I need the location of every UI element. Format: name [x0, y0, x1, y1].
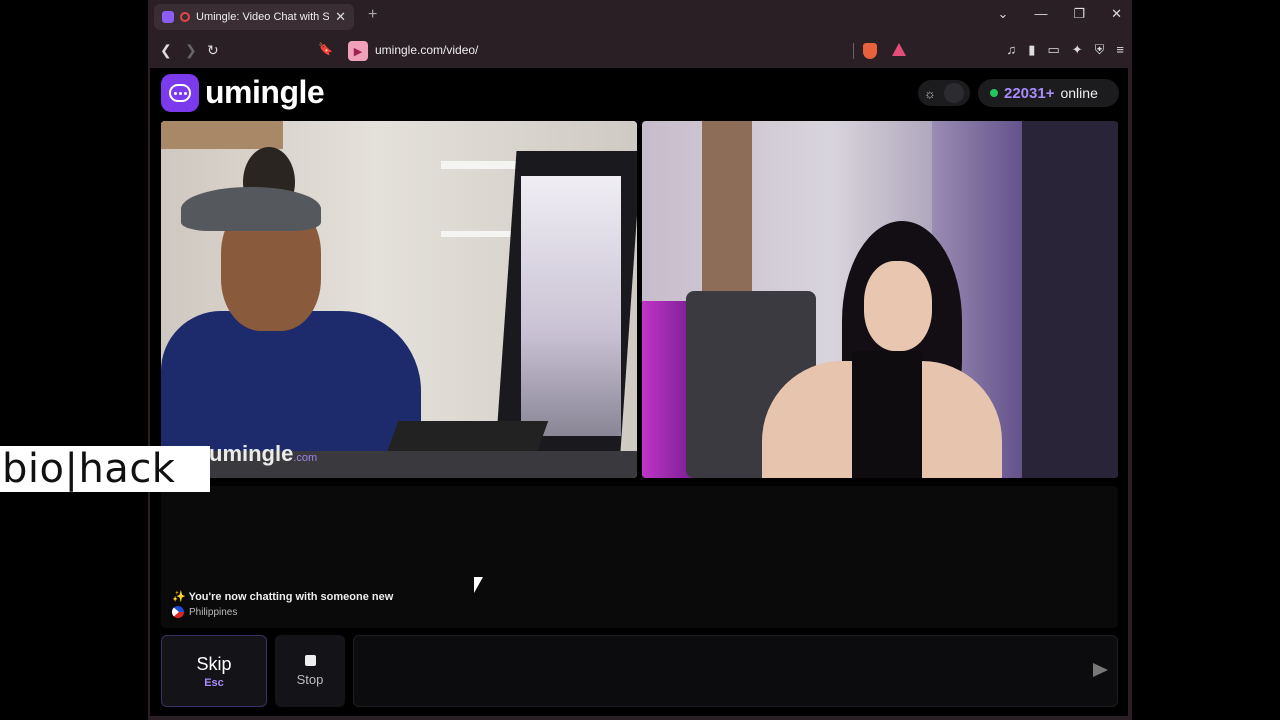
menu-icon[interactable]: ≡ [1116, 42, 1124, 58]
leo-ai-icon[interactable]: ✦ [1072, 42, 1083, 58]
biohack-brand: bio|hack [2, 446, 176, 492]
stranger-video [642, 121, 1118, 478]
tab-title: Umingle: Video Chat with Str [196, 11, 330, 23]
brave-rewards-icon[interactable] [892, 43, 906, 56]
address-divider [853, 43, 854, 59]
page-content: umingle ☼ 22031+ online umingle.com ✨ Yo… [150, 68, 1128, 716]
new-tab-button[interactable]: + [368, 6, 377, 24]
skip-label: Skip [196, 653, 232, 674]
media-icon[interactable]: ♫ [1007, 42, 1017, 58]
reload-icon[interactable]: ↻ [207, 42, 219, 59]
mouse-cursor-icon [474, 577, 483, 593]
country-name: Philippines [189, 606, 238, 618]
online-status-dot [990, 89, 998, 97]
recording-icon [180, 12, 190, 22]
local-video: umingle.com [161, 121, 637, 478]
chat-status: ✨ You're now chatting with someone new [172, 590, 393, 603]
stop-icon [304, 655, 316, 666]
toggle-knob [943, 83, 964, 103]
tab-close-icon[interactable]: ✕ [335, 9, 346, 25]
wallet-icon[interactable]: ▭ [1047, 42, 1059, 58]
browser-toolbar: ❮ ❯ ↻ 🔖 ▶ umingle.com/video/ ♫ ▮ ▭ ✦ ⛨ ≡ [148, 34, 1132, 68]
theme-toggle[interactable]: ☼ [918, 80, 970, 106]
close-window-icon[interactable]: ✕ [1111, 6, 1122, 22]
message-input[interactable] [353, 635, 1118, 707]
brave-shields-icon[interactable] [863, 43, 877, 59]
logo-text[interactable]: umingle [205, 74, 325, 111]
forward-icon[interactable]: ❯ [185, 42, 197, 59]
online-count: 22031+ [1004, 84, 1055, 102]
stop-label: Stop [296, 672, 324, 687]
philippines-flag-icon [172, 606, 184, 618]
chat-area: ✨ You're now chatting with someone new P… [161, 486, 1118, 628]
online-label: online [1060, 85, 1098, 101]
back-icon[interactable]: ❮ [160, 42, 172, 59]
umingle-favicon-icon [162, 11, 174, 23]
stop-button[interactable]: Stop [275, 635, 345, 707]
window-controls: ⌄ — ❐ ✕ [998, 6, 1122, 22]
bookmark-icon[interactable]: 🔖 [318, 42, 333, 56]
stranger-country: Philippines [172, 606, 237, 618]
site-camera-icon[interactable]: ▶ [348, 41, 368, 61]
sun-icon: ☼ [924, 85, 936, 101]
sidebar-icon[interactable]: ▮ [1028, 42, 1035, 58]
sparkle-icon: ✨ [172, 591, 186, 603]
chat-status-text: You're now chatting with someone new [188, 591, 394, 603]
skip-button[interactable]: Skip Esc [161, 635, 267, 707]
tab-strip: Umingle: Video Chat with Str ✕ + ⌄ — ❐ ✕ [148, 0, 1132, 34]
toolbar-icons: ♫ ▮ ▭ ✦ ⛨ ≡ [1007, 42, 1124, 58]
browser-window: Umingle: Video Chat with Str ✕ + ⌄ — ❐ ✕… [148, 0, 1132, 720]
maximize-icon[interactable]: ❐ [1073, 6, 1085, 22]
tab-search-icon[interactable]: ⌄ [998, 6, 1009, 22]
minimize-icon[interactable]: — [1034, 6, 1047, 22]
umingle-logo-icon[interactable] [161, 74, 199, 112]
address-bar[interactable]: umingle.com/video/ [375, 43, 478, 57]
vpn-icon[interactable]: ⛨ [1095, 42, 1105, 58]
skip-shortcut: Esc [204, 676, 224, 689]
send-icon[interactable] [1093, 663, 1108, 677]
tab-umingle[interactable]: Umingle: Video Chat with Str ✕ [154, 4, 354, 30]
umingle-watermark: umingle.com [209, 441, 318, 466]
biohack-overlay: bio|hack [0, 446, 210, 492]
online-counter: 22031+ online [978, 79, 1119, 107]
